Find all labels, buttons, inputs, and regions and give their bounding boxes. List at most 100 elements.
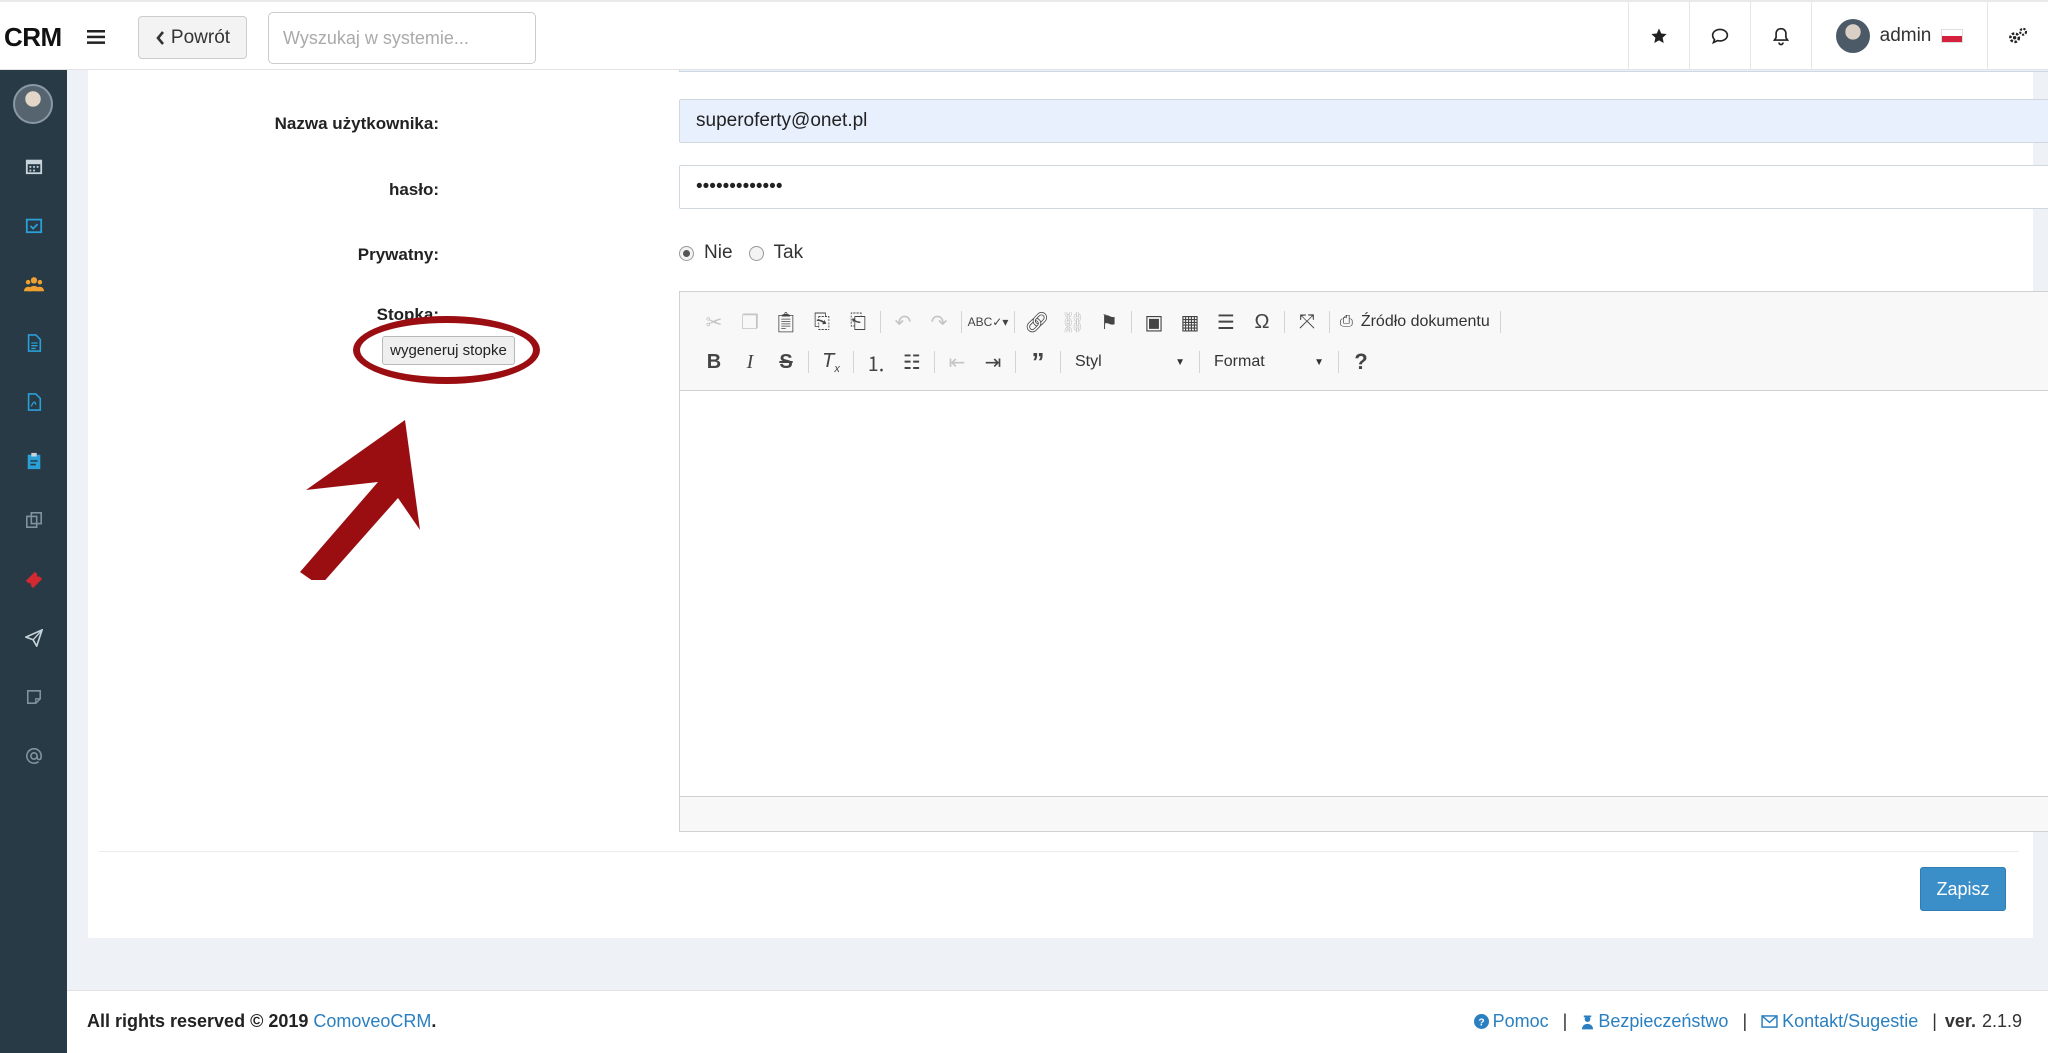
sidebar-avatar[interactable] [13, 84, 53, 124]
toolbar-separator [1284, 311, 1285, 333]
paste-button[interactable]: 📋︎ [768, 305, 804, 339]
password-label: hasło: [388, 180, 439, 199]
remove-format-icon: Tx [822, 349, 840, 375]
form-divider [99, 851, 2019, 852]
sidebar-item-tickets[interactable] [0, 557, 67, 601]
search-input[interactable] [268, 12, 536, 64]
sidebar-item-calendar[interactable] [0, 144, 67, 188]
toolbar-row-2: B I S Tx ⒈ ☷ ⇤ ⇥ ” Styl ▼ Format ▼ ? [696, 342, 2048, 382]
toolbar-separator [1199, 351, 1200, 373]
poland-flag-icon [1941, 29, 1964, 43]
messages-button[interactable] [1689, 2, 1750, 70]
help-link[interactable]: ? Pomoc [1473, 1011, 1549, 1032]
sidebar-item-send[interactable] [0, 616, 67, 660]
help-button[interactable]: ? [1343, 345, 1379, 379]
remove-format-button[interactable]: Tx [813, 345, 849, 379]
maximize-icon: ⤧ [1299, 310, 1315, 333]
favorites-button[interactable] [1628, 2, 1689, 70]
strike-button[interactable]: S [768, 345, 804, 379]
toolbar-separator [1338, 351, 1339, 373]
back-button[interactable]: Powrót [138, 16, 247, 59]
editor-toolbar: ✂ ❐ 📋︎ ⎘ ⎗ ↶ ↷ ABC✓▾ 🔗︎ ⛓ ⚑ ▣ ▦ ☰ Ω ⤧ ⎙ … [680, 292, 2048, 391]
bullet-list-icon: ☷ [903, 351, 921, 374]
sidebar-item-clipboard[interactable] [0, 439, 67, 483]
footer-separator: | [1932, 1011, 1937, 1031]
sidebar-item-contacts[interactable] [0, 262, 67, 306]
contact-link[interactable]: Kontakt/Sugestie [1761, 1011, 1918, 1032]
cut-button[interactable]: ✂ [696, 305, 732, 339]
private-no-radio[interactable] [679, 245, 694, 261]
sidebar-item-pdf[interactable] [0, 380, 67, 424]
paste-text-button[interactable]: ⎘ [804, 305, 840, 339]
sidebar-item-notes[interactable] [0, 675, 67, 719]
copy-button[interactable]: ❐ [732, 305, 768, 339]
style-select-label: Styl [1075, 353, 1102, 370]
security-link[interactable]: Bezpieczeństwo [1581, 1011, 1728, 1032]
special-char-button[interactable]: Ω [1244, 305, 1280, 339]
indent-icon: ⇥ [984, 351, 1002, 374]
outdent-button[interactable]: ⇤ [939, 345, 975, 379]
maximize-button[interactable]: ⤧ [1289, 305, 1325, 339]
paper-plane-icon [24, 629, 43, 647]
toolbar-separator [880, 311, 881, 333]
brand-logo[interactable]: CRM [4, 22, 62, 53]
paste-word-button[interactable]: ⎗ [840, 305, 876, 339]
contact-link-label: Kontakt/Sugestie [1782, 1011, 1919, 1031]
indent-button[interactable]: ⇥ [975, 345, 1011, 379]
copyright-text: All rights reserved © 2019 [87, 1011, 309, 1031]
sidebar-item-email[interactable] [0, 734, 67, 778]
italic-button[interactable]: I [732, 345, 768, 379]
copyright: All rights reserved © 2019 ComoveoCRM. [87, 1011, 436, 1032]
footer-editor: ✂ ❐ 📋︎ ⎘ ⎗ ↶ ↷ ABC✓▾ 🔗︎ ⛓ ⚑ ▣ ▦ ☰ Ω ⤧ ⎙ … [679, 291, 2048, 832]
version-number: 2.1.9 [1981, 1011, 2022, 1031]
link-button[interactable]: 🔗︎ [1019, 305, 1055, 339]
omega-icon: Ω [1254, 310, 1270, 333]
menu-toggle-button[interactable] [76, 20, 116, 54]
image-button[interactable]: ▣ [1136, 305, 1172, 339]
clipboard-icon [27, 452, 40, 470]
save-button[interactable]: Zapisz [1920, 867, 2006, 911]
unlink-button[interactable]: ⛓ [1055, 305, 1091, 339]
paste-text-icon: ⎘ [814, 310, 830, 333]
private-no-label: Nie [704, 242, 733, 263]
anchor-button[interactable]: ⚑ [1091, 305, 1127, 339]
undo-button[interactable]: ↶ [885, 305, 921, 339]
company-link[interactable]: ComoveoCRM [313, 1011, 431, 1031]
horizontal-line-button[interactable]: ☰ [1208, 305, 1244, 339]
back-button-label: Powrót [170, 26, 231, 48]
format-select[interactable]: Format ▼ [1204, 345, 1334, 379]
flag-icon: ⚑ [1100, 311, 1118, 334]
at-sign-icon [25, 747, 42, 764]
user-menu[interactable]: admin [1811, 2, 1987, 70]
svg-text:?: ? [1478, 1017, 1484, 1028]
notifications-button[interactable] [1750, 2, 1811, 70]
spellcheck-button[interactable]: ABC✓▾ [966, 305, 1010, 339]
password-input[interactable] [679, 165, 2048, 209]
numbered-list-button[interactable]: ⒈ [858, 345, 894, 379]
bullet-list-button[interactable]: ☷ [894, 345, 930, 379]
scissors-icon: ✂ [705, 311, 723, 334]
username-input[interactable] [679, 99, 2048, 143]
paste-word-icon: ⎗ [850, 310, 866, 333]
toolbar-separator [1060, 351, 1061, 373]
style-select[interactable]: Styl ▼ [1065, 345, 1195, 379]
sidebar-item-copy[interactable] [0, 498, 67, 542]
question-icon: ? [1354, 349, 1368, 374]
table-button[interactable]: ▦ [1172, 305, 1208, 339]
table-icon: ▦ [1180, 311, 1200, 334]
sidebar-item-documents[interactable] [0, 321, 67, 365]
private-yes-radio[interactable] [748, 245, 764, 261]
editor-content-area[interactable] [680, 391, 2048, 797]
settings-button[interactable] [1987, 2, 2048, 70]
private-label: Prywatny: [357, 245, 439, 264]
blockquote-button[interactable]: ” [1020, 345, 1056, 379]
toolbar-separator [1015, 351, 1016, 373]
redo-button[interactable]: ↷ [921, 305, 957, 339]
source-button[interactable]: ⎙ Źródło dokumentu [1334, 305, 1496, 339]
sidebar-item-tasks[interactable] [0, 203, 67, 247]
bold-button[interactable]: B [696, 345, 732, 379]
users-icon [23, 277, 44, 292]
toolbar-row-1: ✂ ❐ 📋︎ ⎘ ⎗ ↶ ↷ ABC✓▾ 🔗︎ ⛓ ⚑ ▣ ▦ ☰ Ω ⤧ ⎙ … [696, 302, 2048, 342]
source-button-label: Źródło dokumentu [1360, 313, 1490, 330]
chat-icon [1711, 28, 1729, 45]
